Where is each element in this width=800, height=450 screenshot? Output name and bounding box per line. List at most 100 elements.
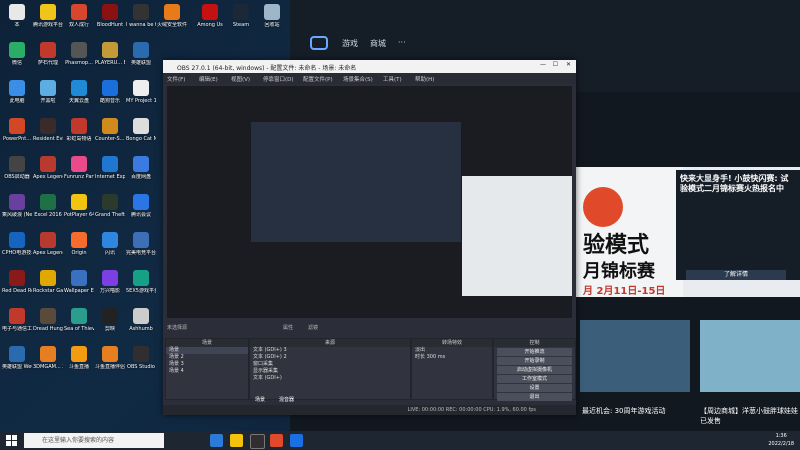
source-item[interactable]: 窗口采集 (250, 361, 410, 368)
desktop-icon[interactable]: 3DMGAM... 2.CHS.Patc... (33, 346, 63, 370)
side-button[interactable]: 了解详情 (686, 270, 786, 280)
desktop-icon[interactable]: Origin (64, 232, 94, 256)
source-item[interactable]: 文本 (GDI+) 3 (250, 347, 410, 354)
desktop-icon[interactable]: 此电脑 (2, 80, 32, 104)
obs-titlebar[interactable]: OBS 27.0.1 (64-bit, windows) - 配置文件: 未命名… (163, 60, 576, 73)
desktop-icon[interactable]: Internet Explorer (95, 156, 125, 180)
desktop-icon[interactable]: 双人成行 (64, 4, 94, 28)
desktop-icon[interactable]: OBS启动器 (2, 156, 32, 180)
desktop-icon[interactable]: Resident Evil 7 Bi... (33, 118, 63, 142)
desktop-icon[interactable]: Apex Legends (33, 156, 63, 180)
nav-mall[interactable]: 商城 (370, 38, 386, 49)
obs-taskbar-icon[interactable] (250, 434, 265, 449)
menu-item[interactable]: 场景集合(S) (343, 75, 373, 83)
filters-button[interactable]: 滤镜 (308, 324, 318, 331)
maximize-icon[interactable]: ☐ (553, 61, 558, 68)
desktop-icon[interactable]: 万兴喵影 (95, 270, 125, 294)
desktop-icon[interactable]: Dread Hunger (33, 308, 63, 332)
search-input[interactable]: 在这里输入你要搜索的内容 (24, 433, 164, 448)
desktop-icon[interactable]: 萨石代理 (33, 42, 63, 66)
desktop-icon[interactable]: 剪映 (95, 308, 125, 332)
control-button[interactable]: 工作室模式 (497, 375, 572, 383)
source-item[interactable]: 文本 (GDI+) (250, 375, 410, 382)
desktop-icon[interactable]: Red Dead Redempti... (2, 270, 32, 294)
desktop-icon[interactable]: 电子与通信工程学院综合... (2, 308, 32, 332)
desktop-icon[interactable]: BloodHunt (95, 4, 125, 28)
control-button[interactable]: 开始推流 (497, 348, 572, 356)
desktop-icon[interactable]: 本 (2, 4, 32, 28)
scene-item[interactable]: 场景 2 (166, 354, 248, 361)
properties-button[interactable]: 属性 (283, 324, 293, 331)
desktop-icon[interactable]: 斗鱼直播 (64, 346, 94, 370)
desktop-icon[interactable]: Counter-S... Global Off... (95, 118, 125, 142)
source-item[interactable]: 显示器采集 (250, 368, 410, 375)
desktop-icon[interactable]: Apex Legends (33, 232, 63, 256)
tab-mixer[interactable]: 混音器 (279, 396, 294, 403)
scene-item[interactable]: 场景 4 (166, 368, 248, 375)
desktop-icon[interactable]: PotPlayer 64 bit (64, 194, 94, 218)
desktop-icon[interactable]: 乘风破浪 (Nejiong... (2, 194, 32, 218)
desktop-icon[interactable]: Rockstar Games... (33, 270, 63, 294)
desktop-icon[interactable]: 回收站 (257, 4, 287, 28)
minimize-icon[interactable]: — (540, 61, 546, 68)
desktop-icon[interactable]: 百度网盘 (126, 156, 156, 180)
desktop-icon[interactable]: PLAYERU... BATTLEGR... (95, 42, 125, 66)
nav-game[interactable]: 游戏 (342, 38, 358, 49)
scene-item[interactable]: 场景 (166, 347, 248, 354)
control-button[interactable]: 设置 (497, 384, 572, 392)
duration-input[interactable]: 300 ms (427, 354, 446, 360)
desktop-icon[interactable]: 英雄联盟 WeGame版 (2, 346, 32, 370)
desktop-icon[interactable]: Among Us (195, 4, 225, 28)
desktop-icon[interactable]: Phasmop... (64, 42, 94, 66)
desktop-icon[interactable]: Funrunz Party (64, 156, 94, 180)
desktop-icon[interactable]: Wallpaper Engine ... (64, 270, 94, 294)
desktop-icon[interactable]: Ashhumb (126, 308, 156, 332)
transition-select[interactable]: 淡出 (412, 347, 492, 354)
promo-card-robot[interactable] (580, 320, 690, 392)
desktop-icon[interactable]: Bongo Cat Mver - St... (126, 118, 156, 142)
desktop-icon[interactable]: OBS Studio (126, 346, 156, 370)
menu-item[interactable]: 帮助(H) (415, 75, 434, 83)
desktop-icon[interactable]: 酷狗音乐 (95, 80, 125, 104)
desktop-icon[interactable]: 腾讯会议 (126, 194, 156, 218)
promo-card-toy[interactable] (700, 320, 800, 392)
desktop-icon[interactable]: I wanna be the Creator (126, 4, 156, 28)
desktop-icon[interactable]: Steam (226, 4, 256, 28)
desktop-icon[interactable]: 开黑啦 (33, 80, 63, 104)
control-button[interactable]: 开始录制 (497, 357, 572, 365)
desktop-icon[interactable]: Sea of Thieves (64, 308, 94, 332)
desktop-icon[interactable]: 英雄联盟 (126, 42, 156, 66)
close-icon[interactable]: ✕ (566, 61, 571, 68)
desktop-icon[interactable]: 微信 (2, 42, 32, 66)
control-button[interactable]: 退出 (497, 393, 572, 401)
desktop-icon[interactable]: 火绒安全软件 (157, 4, 187, 28)
tab-scene[interactable]: 场景 (255, 396, 265, 403)
bottom-news-2[interactable]: 【周边商城】洋葱小鼓胖球娃娃已发售 (700, 406, 800, 426)
menu-item[interactable]: 停靠窗口(D) (263, 75, 294, 83)
desktop-icon[interactable]: 彩虹岛物语 (64, 118, 94, 142)
app-taskbar-icon[interactable] (270, 434, 283, 447)
menu-item[interactable]: 文件(F) (167, 75, 185, 83)
desktop-icon[interactable]: Excel 2016 (33, 194, 63, 218)
file-explorer-icon[interactable] (230, 434, 243, 447)
scene-item[interactable]: 场景 3 (166, 361, 248, 368)
desktop-icon[interactable]: 斗鱼直播伴侣 (95, 346, 125, 370)
desktop-icon[interactable]: 5EX5游戏平台 (126, 270, 156, 294)
menu-item[interactable]: 配置文件(P) (303, 75, 333, 83)
menu-item[interactable]: 工具(T) (383, 75, 402, 83)
desktop-icon[interactable]: 天翼云盘 (64, 80, 94, 104)
control-button[interactable]: 启动虚拟摄像机 (497, 366, 572, 374)
desktop-icon[interactable]: 闪讯 (95, 232, 125, 256)
desktop-icon[interactable]: CPHO电游技术工具 (2, 232, 32, 256)
nav-more[interactable]: ··· (398, 38, 406, 47)
menu-item[interactable]: 视图(V) (231, 75, 250, 83)
desktop-icon[interactable]: MY Project 1.fxhumb (126, 80, 156, 104)
desktop-icon[interactable]: PowerPnt... (2, 118, 32, 142)
source-item[interactable]: 文本 (GDI+) 2 (250, 354, 410, 361)
task-view-icon[interactable] (210, 434, 223, 447)
start-icon[interactable] (6, 435, 17, 446)
desktop-icon[interactable]: 腾讯游戏平台 (33, 4, 63, 28)
obs-preview[interactable] (167, 86, 572, 318)
desktop-icon[interactable]: 完美电竞平台 2.0 港服版 (126, 232, 156, 256)
menu-item[interactable]: 编辑(E) (199, 75, 218, 83)
